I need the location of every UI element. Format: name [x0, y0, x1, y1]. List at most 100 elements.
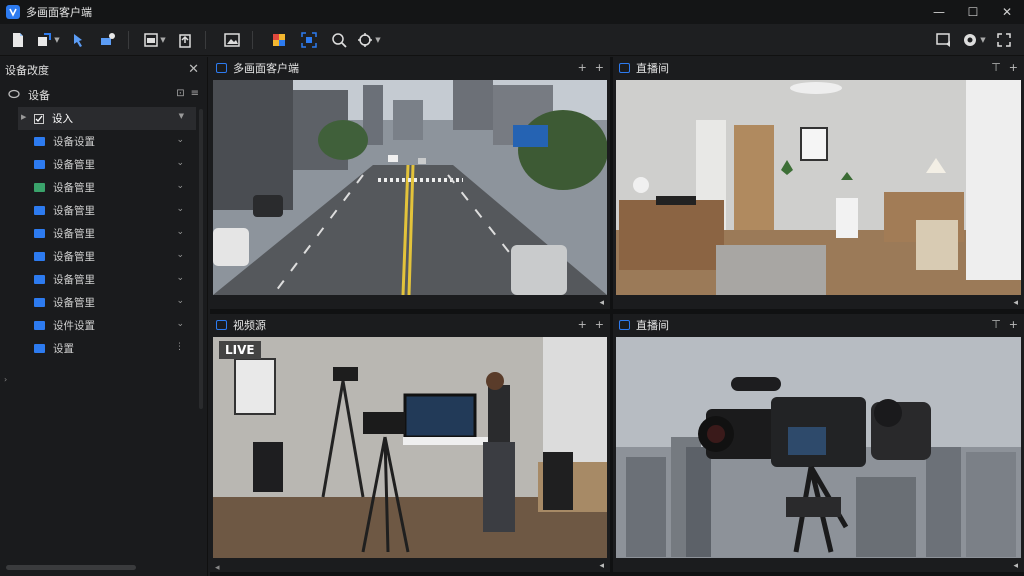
- tree-item[interactable]: 设置 ⋮: [18, 337, 196, 360]
- video-pane[interactable]: 视频源 + + LIVE ◂: [210, 314, 610, 572]
- chevron-down-icon[interactable]: ⌄: [176, 296, 184, 306]
- screen-capture-icon[interactable]: [297, 28, 321, 52]
- more-icon[interactable]: ⋮: [175, 342, 184, 352]
- pin-pane-icon[interactable]: +: [578, 61, 587, 74]
- device-root[interactable]: 设备 ⊡ ≡: [0, 83, 207, 107]
- tree-item[interactable]: 设备管里 ⌄: [18, 245, 196, 268]
- video-pane[interactable]: 直播间 ⊤ + ◂: [613, 314, 1024, 572]
- settings-icon[interactable]: ▼: [962, 28, 986, 52]
- folder-icon: [34, 344, 45, 353]
- pin-pane-icon[interactable]: ⊤: [991, 61, 1001, 74]
- chevron-down-icon: ▼: [54, 35, 60, 44]
- pane-actions: + +: [578, 61, 604, 74]
- add-icon[interactable]: +: [1009, 318, 1018, 331]
- tree-item-label: 设入: [52, 113, 73, 125]
- pin-pane-icon[interactable]: ⊤: [991, 318, 1001, 331]
- tree-item-label: 设备管里: [53, 182, 95, 194]
- chevron-down-icon[interactable]: ▼: [179, 112, 184, 120]
- pane-title: 直播间: [636, 62, 669, 75]
- tree-item[interactable]: 设备管里 ⌄: [18, 199, 196, 222]
- image-icon[interactable]: [220, 28, 244, 52]
- collapse-arrow-icon[interactable]: ◂: [215, 563, 220, 573]
- tree-item[interactable]: 设备管里 ⌄: [18, 153, 196, 176]
- pane-header: 多画面客户端 + +: [210, 57, 610, 79]
- tree-item-selected[interactable]: ▶ 设入 ▼: [18, 107, 196, 130]
- room-scene: [616, 80, 1021, 295]
- camera-link-icon[interactable]: [96, 28, 120, 52]
- plugin-icon[interactable]: [267, 28, 291, 52]
- pane-title: 视频源: [233, 319, 266, 332]
- minimize-button[interactable]: —: [922, 0, 956, 24]
- menu-icon[interactable]: ≡: [191, 88, 199, 99]
- studio-scene: [213, 337, 607, 558]
- tree-item-label: 设备管里: [53, 228, 95, 240]
- maximize-button[interactable]: ☐: [956, 0, 990, 24]
- add-icon[interactable]: +: [1009, 61, 1018, 74]
- video-feed-studio[interactable]: LIVE: [213, 337, 607, 558]
- tree-item[interactable]: 设备管里 ⌄: [18, 268, 196, 291]
- chevron-down-icon: ▼: [375, 35, 381, 44]
- folder-icon: [34, 183, 45, 192]
- app-window: 多画面客户端 — ☐ ✕ ▼ ▼ ▼ ▼ 设备改度 ✕ 设备 ⊡ ≡ ▶ 设入 …: [0, 0, 1024, 576]
- pane-header: 直播间 ⊤ +: [613, 57, 1024, 79]
- tree-item-label: 设备设置: [53, 136, 95, 148]
- audio-icon[interactable]: ◂: [599, 298, 604, 308]
- sidebar-horizontal-scrollbar[interactable]: [6, 565, 136, 570]
- chevron-down-icon[interactable]: ⌄: [176, 319, 184, 329]
- audio-icon[interactable]: ◂: [1013, 298, 1018, 308]
- tree-item[interactable]: 设备管里 ⌄: [18, 176, 196, 199]
- chevron-down-icon[interactable]: ⌄: [176, 227, 184, 237]
- sidebar-title: 设备改度: [5, 64, 49, 77]
- folder-icon: [34, 160, 45, 169]
- expand-arrow-icon[interactable]: ▶: [21, 113, 26, 121]
- video-pane[interactable]: 直播间 ⊤ + ◂: [613, 57, 1024, 309]
- checkbox-icon[interactable]: [34, 113, 44, 124]
- chevron-down-icon[interactable]: ⌄: [176, 181, 184, 191]
- toolbar: ▼ ▼ ▼ ▼: [0, 24, 1024, 56]
- tree-item[interactable]: 设备设置 ⌄: [18, 130, 196, 153]
- video-feed-room[interactable]: [616, 80, 1021, 295]
- sidebar-header: 设备改度 ✕: [0, 57, 207, 83]
- share-icon[interactable]: ▼: [36, 28, 60, 52]
- video-pane[interactable]: 多画面客户端 + + ◂: [210, 57, 610, 309]
- sidebar-scrollbar[interactable]: [199, 109, 203, 409]
- close-icon[interactable]: ✕: [188, 62, 199, 77]
- chevron-down-icon[interactable]: ⌄: [176, 158, 184, 168]
- add-icon[interactable]: +: [595, 318, 604, 331]
- pane-actions: + +: [578, 318, 604, 331]
- chevron-down-icon[interactable]: ⌄: [176, 273, 184, 283]
- zoom-icon[interactable]: [327, 28, 351, 52]
- video-feed-camera[interactable]: [616, 337, 1021, 558]
- lock-icon[interactable]: ⊡: [176, 88, 184, 99]
- message-icon[interactable]: [932, 28, 956, 52]
- pane-header: 视频源 + +: [210, 314, 610, 336]
- tree-item[interactable]: 设备管里 ⌄: [18, 291, 196, 314]
- camera-scene: [616, 337, 1021, 558]
- video-feed-street[interactable]: [213, 80, 607, 295]
- device-tree: ▶ 设入 ▼ 设备设置 ⌄ 设备管里 ⌄ 设备管里 ⌄ 设备管里 ⌄ 设备管里 …: [18, 107, 196, 360]
- document-icon[interactable]: [6, 28, 30, 52]
- tree-item[interactable]: 设件设置 ⌄: [18, 314, 196, 337]
- pin-pane-icon[interactable]: +: [578, 318, 587, 331]
- folder-icon: [34, 298, 45, 307]
- audio-icon[interactable]: ◂: [599, 561, 604, 571]
- chevron-down-icon: ▼: [980, 36, 986, 44]
- pin-icon[interactable]: [66, 28, 90, 52]
- chevron-down-icon[interactable]: ⌄: [176, 250, 184, 260]
- expand-arrow-icon[interactable]: ›: [4, 375, 7, 384]
- tree-item-label: 设备管里: [53, 274, 95, 286]
- window-layout-icon[interactable]: ▼: [143, 28, 167, 52]
- clipboard-upload-icon[interactable]: [173, 28, 197, 52]
- chevron-down-icon[interactable]: ⌄: [176, 204, 184, 214]
- tree-item[interactable]: 设备管里 ⌄: [18, 222, 196, 245]
- ptz-control-icon[interactable]: ▼: [357, 28, 381, 52]
- chevron-down-icon[interactable]: ⌄: [176, 135, 184, 145]
- folder-icon: [34, 206, 45, 215]
- device-group-icon: [8, 89, 20, 102]
- add-icon[interactable]: +: [595, 61, 604, 74]
- folder-icon: [34, 275, 45, 284]
- folder-icon: [34, 137, 45, 146]
- audio-icon[interactable]: ◂: [1013, 561, 1018, 571]
- fullscreen-icon[interactable]: [992, 28, 1016, 52]
- close-button[interactable]: ✕: [990, 0, 1024, 24]
